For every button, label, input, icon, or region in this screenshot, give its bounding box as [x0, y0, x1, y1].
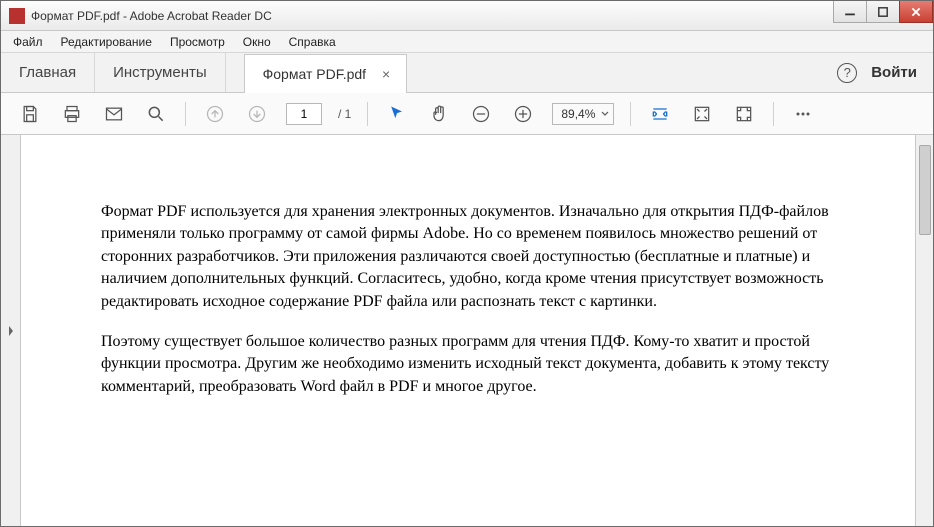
menu-help[interactable]: Справка: [281, 33, 344, 51]
zoom-dropdown[interactable]: 89,4%: [552, 103, 614, 125]
email-icon[interactable]: [101, 101, 127, 127]
tab-document-label: Формат PDF.pdf: [263, 66, 366, 82]
paragraph: Формат PDF используется для хранения эле…: [101, 201, 835, 313]
menu-view[interactable]: Просмотр: [162, 33, 233, 51]
chevron-down-icon: [601, 111, 609, 117]
zoom-value: 89,4%: [561, 107, 595, 121]
toolbar-separator: [185, 102, 186, 126]
toolbar-separator: [630, 102, 631, 126]
search-icon[interactable]: [143, 101, 169, 127]
minimize-button[interactable]: [833, 1, 867, 23]
window-controls: [834, 1, 933, 30]
more-tools-icon[interactable]: [790, 101, 816, 127]
zoom-in-icon[interactable]: [510, 101, 536, 127]
titlebar: Формат PDF.pdf - Adobe Acrobat Reader DC: [1, 1, 933, 31]
zoom-out-icon[interactable]: [468, 101, 494, 127]
print-icon[interactable]: [59, 101, 85, 127]
next-page-icon: [244, 101, 270, 127]
hand-tool-icon[interactable]: [426, 101, 452, 127]
tabbar-right: ? Войти: [837, 53, 933, 92]
tab-close-icon[interactable]: ×: [380, 64, 392, 84]
scrollbar[interactable]: [915, 135, 933, 526]
menubar: Файл Редактирование Просмотр Окно Справк…: [1, 31, 933, 53]
scrollbar-thumb[interactable]: [919, 145, 931, 235]
fit-page-icon[interactable]: [689, 101, 715, 127]
fullscreen-icon[interactable]: [731, 101, 757, 127]
content-area: Формат PDF используется для хранения эле…: [1, 135, 933, 526]
fit-width-icon[interactable]: [647, 101, 673, 127]
prev-page-icon: [202, 101, 228, 127]
tabbar: Главная Инструменты Формат PDF.pdf × ? В…: [1, 53, 933, 93]
tab-tools[interactable]: Инструменты: [95, 53, 226, 92]
toolbar: / 1 89,4%: [1, 93, 933, 135]
window-title: Формат PDF.pdf - Adobe Acrobat Reader DC: [31, 9, 834, 23]
pdf-page: Формат PDF используется для хранения эле…: [21, 135, 915, 456]
toolbar-separator: [367, 102, 368, 126]
app-window: Формат PDF.pdf - Adobe Acrobat Reader DC…: [0, 0, 934, 527]
toolbar-separator: [773, 102, 774, 126]
signin-button[interactable]: Войти: [871, 64, 917, 81]
tab-home[interactable]: Главная: [1, 53, 95, 92]
document-viewport[interactable]: Формат PDF используется для хранения эле…: [21, 135, 915, 526]
app-icon: [9, 8, 25, 24]
menu-window[interactable]: Окно: [235, 33, 279, 51]
tab-document[interactable]: Формат PDF.pdf ×: [244, 54, 408, 93]
menu-file[interactable]: Файл: [5, 33, 51, 51]
left-panel-toggle[interactable]: [1, 135, 21, 526]
save-icon[interactable]: [17, 101, 43, 127]
select-tool-icon[interactable]: [384, 101, 410, 127]
page-number-input[interactable]: [286, 103, 322, 125]
page-total: / 1: [338, 107, 351, 121]
maximize-button[interactable]: [866, 1, 900, 23]
close-button[interactable]: [899, 1, 933, 23]
menu-edit[interactable]: Редактирование: [53, 33, 160, 51]
paragraph: Поэтому существует большое количество ра…: [101, 331, 835, 398]
help-icon[interactable]: ?: [837, 63, 857, 83]
